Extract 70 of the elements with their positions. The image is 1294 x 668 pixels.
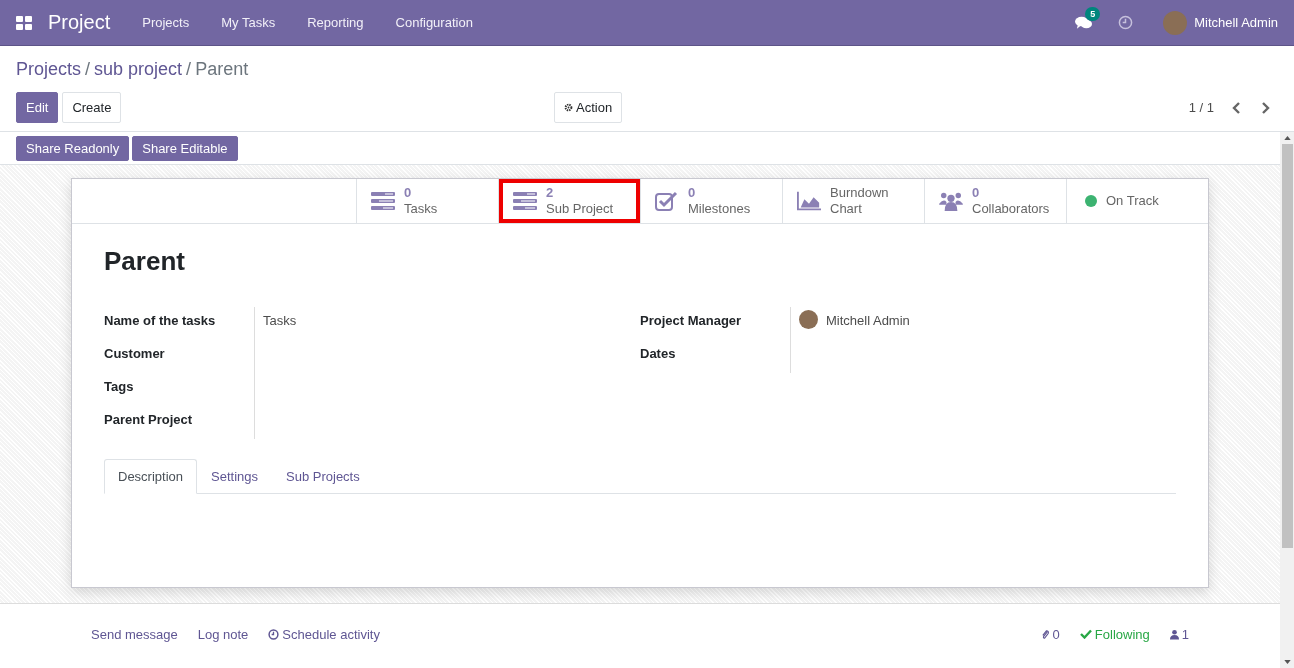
field-value[interactable]: Tasks bbox=[263, 313, 297, 328]
tab[interactable]: Description bbox=[104, 459, 198, 494]
menu-item[interactable]: My Tasks bbox=[205, 15, 292, 30]
field-label: Customer bbox=[104, 345, 166, 363]
chatter-action[interactable]: Send message bbox=[91, 626, 178, 642]
attachments-count[interactable]: 0 bbox=[1040, 626, 1060, 642]
action-button[interactable]: Action bbox=[554, 92, 623, 123]
person-icon bbox=[1169, 628, 1179, 640]
stat-label: Burndown Chart bbox=[830, 185, 890, 217]
scroll-down-icon[interactable] bbox=[1283, 660, 1291, 664]
message-count-badge: 5 bbox=[1085, 6, 1101, 21]
stat-count: 0 bbox=[688, 185, 697, 201]
field-label: Dates bbox=[640, 345, 677, 363]
user-name[interactable]: Mitchell Admin bbox=[1194, 15, 1278, 30]
field-label: Parent Project bbox=[104, 411, 194, 429]
field-label: Tags bbox=[104, 378, 135, 396]
stat-label: On Track bbox=[1106, 193, 1159, 209]
breadcrumb[interactable]: Projects bbox=[16, 59, 82, 83]
pager-value: 1 / 1 bbox=[1188, 100, 1214, 115]
stat-button[interactable]: 0 Collaborators bbox=[924, 179, 1066, 223]
field-label: Name of the tasks bbox=[104, 312, 217, 330]
scrollbar[interactable] bbox=[1280, 132, 1294, 668]
app-grid-icon[interactable] bbox=[16, 15, 32, 30]
checkbox-icon bbox=[655, 191, 679, 211]
menu-item[interactable]: Reporting bbox=[291, 15, 380, 30]
chatter-action[interactable]: Schedule activity bbox=[268, 626, 380, 642]
stat-count: 2 bbox=[546, 185, 555, 201]
field-label: Project Manager bbox=[640, 312, 743, 330]
followers-count[interactable]: 1 bbox=[1169, 626, 1189, 642]
clock-icon[interactable] bbox=[1118, 15, 1134, 30]
field-value[interactable]: Mitchell Admin bbox=[826, 313, 910, 328]
toolbar-button[interactable]: Create bbox=[62, 92, 122, 123]
stat-count: 0 bbox=[404, 185, 413, 201]
following-button[interactable]: Following bbox=[1079, 626, 1150, 642]
menu-item[interactable]: Projects bbox=[126, 15, 206, 30]
stat-button[interactable]: On Track bbox=[1066, 179, 1208, 223]
stat-label: Collaborators bbox=[972, 201, 1050, 217]
stat-label: Sub Project bbox=[546, 201, 614, 217]
breadcrumb: Parent bbox=[195, 59, 249, 81]
breadcrumb[interactable]: sub project bbox=[94, 59, 183, 83]
clock-icon bbox=[268, 628, 280, 640]
share-button[interactable]: Share Readonly bbox=[16, 136, 130, 161]
app-name: Project bbox=[48, 11, 111, 34]
breadcrumb-separator: / bbox=[186, 59, 192, 81]
previous-icon[interactable] bbox=[1232, 101, 1242, 114]
stat-button[interactable]: 0 Milestones bbox=[640, 179, 782, 223]
list-icon bbox=[513, 191, 537, 211]
list-icon bbox=[371, 191, 395, 211]
checkmark-icon bbox=[1079, 629, 1092, 639]
stat-button[interactable]: Burndown Chart bbox=[782, 179, 924, 223]
breadcrumb-separator: / bbox=[85, 59, 91, 81]
next-icon[interactable] bbox=[1260, 101, 1270, 114]
toolbar-button[interactable]: Edit bbox=[16, 92, 59, 123]
scroll-up-icon[interactable] bbox=[1283, 136, 1291, 140]
share-button[interactable]: Share Editable bbox=[132, 136, 238, 161]
scrollbar-thumb[interactable] bbox=[1281, 144, 1293, 548]
stat-label: Milestones bbox=[688, 201, 751, 217]
record-title: Parent bbox=[104, 246, 186, 277]
gear-icon bbox=[564, 103, 573, 112]
tab[interactable]: Settings bbox=[197, 459, 272, 494]
tab[interactable]: Sub Projects bbox=[272, 459, 374, 494]
menu-item[interactable]: Configuration bbox=[379, 15, 489, 30]
paperclip-icon bbox=[1040, 628, 1050, 640]
area-chart-icon bbox=[797, 191, 821, 211]
stat-count: 0 bbox=[972, 185, 981, 201]
stat-label: Tasks bbox=[404, 201, 438, 217]
stat-button[interactable]: 0 Tasks bbox=[356, 179, 498, 223]
chatter-action[interactable]: Log note bbox=[197, 626, 249, 642]
users-icon bbox=[939, 191, 963, 211]
stat-button[interactable]: 2 Sub Project bbox=[498, 179, 640, 223]
